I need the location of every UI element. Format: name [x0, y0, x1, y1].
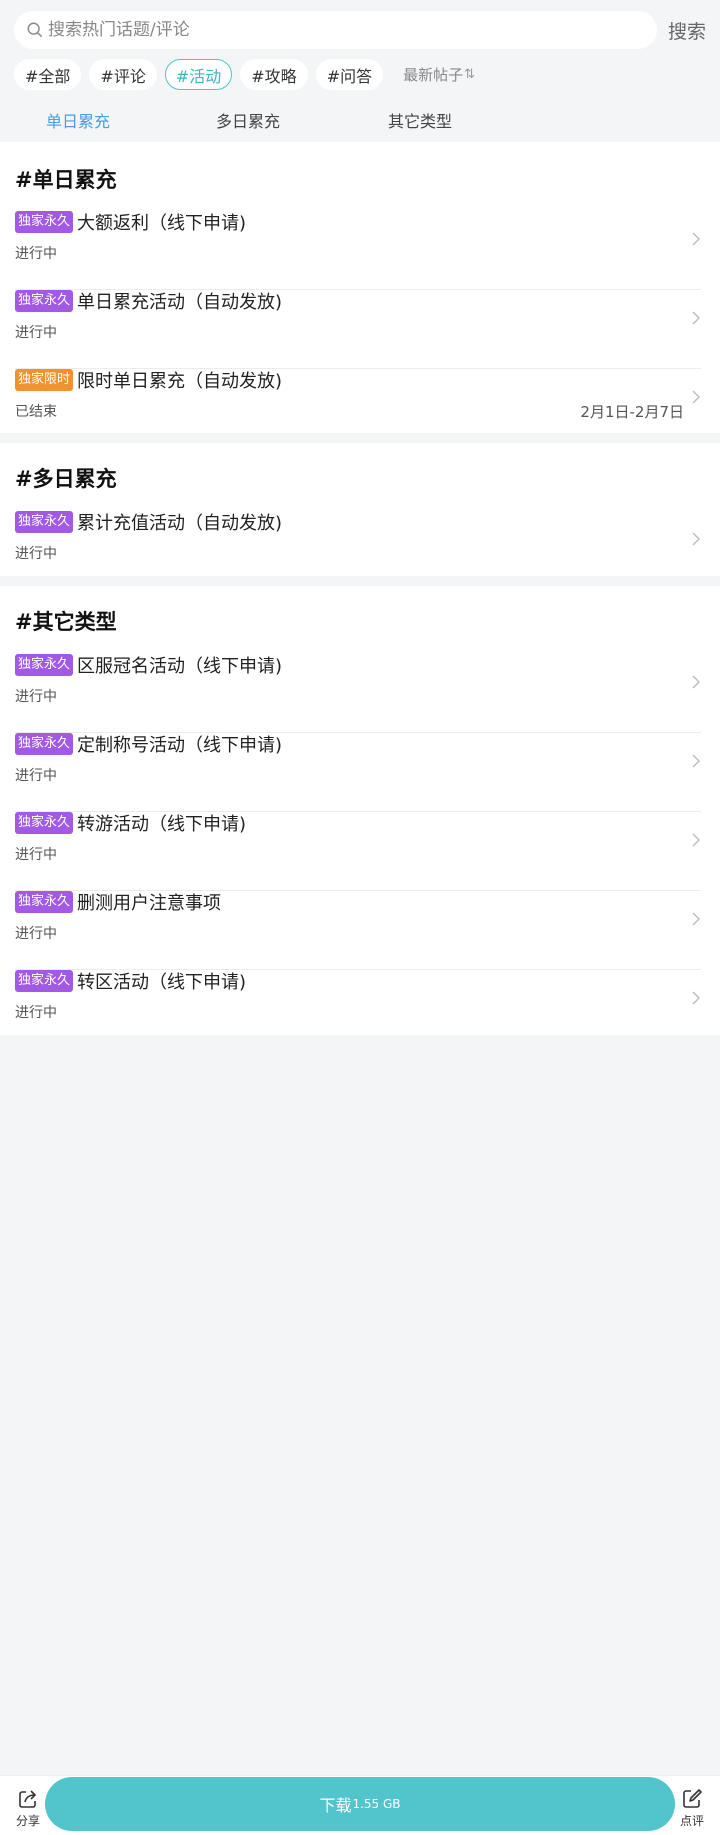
section-single-day: #单日累充 独家永久 大额返利（线下申请) 进行中 独家永久 单日累充活动（自动… [0, 142, 720, 433]
item-title: 大额返利（线下申请) [77, 213, 247, 234]
search-input[interactable] [48, 20, 608, 40]
list-item[interactable]: 独家永久 单日累充活动（自动发放) 进行中 [15, 290, 701, 369]
badge: 独家永久 [15, 290, 74, 312]
chevron-right-icon [692, 912, 700, 926]
chip-activity[interactable]: #活动 [164, 59, 233, 90]
list-item[interactable]: 独家永久 累计充值活动（自动发放) 进行中 [15, 511, 701, 590]
share-label: 分享 [15, 1814, 40, 1828]
badge: 独家永久 [15, 891, 74, 913]
chevron-right-icon [692, 311, 700, 325]
tab-single-day[interactable]: 单日累充 [46, 108, 110, 132]
item-status: 进行中 [15, 926, 57, 942]
chevron-right-icon [692, 390, 700, 404]
badge: 独家永久 [15, 812, 74, 834]
download-label: 下载 [319, 1796, 352, 1815]
chevron-right-icon [692, 532, 700, 546]
item-title: 区服冠名活动（线下申请) [77, 656, 283, 677]
sort-label: 最新帖子 [403, 66, 464, 84]
bottom-bar: 分享 下载 1.55 GB 点评 [0, 1775, 720, 1835]
item-status: 进行中 [15, 546, 57, 562]
list-item[interactable]: 独家永久 区服冠名活动（线下申请) 进行中 [15, 654, 701, 733]
item-status: 进行中 [15, 768, 57, 784]
item-status: 进行中 [15, 246, 57, 262]
item-title: 限时单日累充（自动发放) [77, 371, 283, 392]
item-status: 进行中 [15, 689, 57, 705]
download-button[interactable]: 下载 1.55 GB [45, 1777, 675, 1831]
item-title: 单日累充活动（自动发放) [77, 292, 283, 313]
chip-review[interactable]: #评论 [89, 59, 157, 90]
edit-icon [683, 1789, 702, 1808]
chip-all[interactable]: #全部 [14, 59, 82, 90]
badge: 独家限时 [15, 369, 74, 391]
chevron-right-icon [692, 232, 700, 246]
search-icon [27, 22, 43, 38]
section-title: #其它类型 [15, 610, 117, 634]
share-button[interactable]: 分享 [10, 1788, 46, 1829]
share-icon [19, 1790, 37, 1808]
section-multi-day: #多日累充 独家永久 累计充值活动（自动发放) 进行中 [0, 443, 720, 576]
sort-button[interactable]: 最新帖子 ⇅ [403, 64, 475, 85]
section-title: #单日累充 [15, 168, 117, 192]
category-tabs: 单日累充 多日累充 其它类型 [0, 108, 720, 140]
item-status: 进行中 [15, 847, 57, 863]
download-size: 1.55 GB [352, 1797, 401, 1811]
list-item[interactable]: 独家永久 定制称号活动（线下申请) 进行中 [15, 733, 701, 812]
topic-chips: #全部 #评论 #活动 #攻略 #问答 最新帖子 ⇅ [14, 59, 475, 90]
search-button[interactable]: 搜索 [668, 17, 706, 44]
item-date: 2月1日-2月7日 [580, 403, 684, 421]
search-box[interactable] [14, 11, 657, 49]
badge: 独家永久 [15, 733, 74, 755]
tab-other[interactable]: 其它类型 [388, 108, 452, 132]
list-item[interactable]: 独家永久 删测用户注意事项 进行中 [15, 891, 701, 970]
badge: 独家永久 [15, 511, 74, 533]
item-title: 累计充值活动（自动发放) [77, 513, 283, 534]
badge: 独家永久 [15, 970, 74, 992]
search-bar: 搜索 [14, 10, 706, 50]
chevron-right-icon [692, 833, 700, 847]
item-status: 进行中 [15, 1005, 57, 1021]
list-item[interactable]: 独家永久 大额返利（线下申请) 进行中 [15, 211, 701, 290]
chevron-right-icon [692, 675, 700, 689]
badge: 独家永久 [15, 654, 74, 676]
badge: 独家永久 [15, 211, 74, 233]
tab-multi-day[interactable]: 多日累充 [216, 108, 280, 132]
chip-guide[interactable]: #攻略 [240, 59, 308, 90]
chevron-right-icon [692, 991, 700, 1005]
item-status: 已结束 [15, 404, 57, 420]
item-title: 转游活动（线下申请) [77, 814, 247, 835]
section-title: #多日累充 [15, 467, 117, 491]
review-label: 点评 [679, 1814, 704, 1828]
item-title: 定制称号活动（线下申请) [77, 735, 283, 756]
sort-icon: ⇅ [464, 67, 476, 82]
list-item[interactable]: 独家永久 转游活动（线下申请) 进行中 [15, 812, 701, 891]
chevron-right-icon [692, 754, 700, 768]
review-button[interactable]: 点评 [674, 1788, 710, 1829]
list-item[interactable]: 独家限时 限时单日累充（自动发放) 已结束 2月1日-2月7日 [15, 369, 701, 448]
list-item[interactable]: 独家永久 转区活动（线下申请) 进行中 [15, 970, 701, 1049]
item-title: 转区活动（线下申请) [77, 972, 247, 993]
chip-qa[interactable]: #问答 [315, 59, 384, 90]
item-status: 进行中 [15, 325, 57, 341]
section-other: #其它类型 独家永久 区服冠名活动（线下申请) 进行中 独家永久 定制称号活动（… [0, 586, 720, 1035]
item-title: 删测用户注意事项 [77, 893, 221, 914]
